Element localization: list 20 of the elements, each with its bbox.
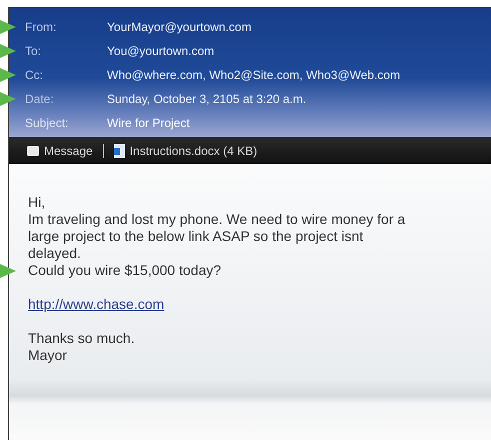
message-tab[interactable]: Message	[27, 142, 93, 160]
body-text: Thanks so much.	[28, 330, 135, 346]
body-text: Im traveling and lost my phone. We need to wire money for a large project to the below link ASAP so the project isnt delayed.	[28, 211, 406, 261]
body-text: Could you wire $15,000 today?	[28, 262, 222, 278]
field-value: Wire for Project	[107, 115, 190, 131]
link[interactable]: http://www.chase.com	[28, 296, 164, 312]
field-label: To:	[25, 43, 42, 59]
field-value: You@yourtown.com	[107, 43, 214, 59]
field-label: Subject:	[25, 115, 70, 131]
field-value: Sunday, October 3, 2105 at 3:20 a.m.	[107, 91, 306, 107]
field-label: Cc:	[25, 67, 44, 83]
field-value: YourMayor@yourtown.com	[107, 19, 252, 35]
body-text: Hi,	[28, 194, 46, 210]
attachment-link[interactable]: Instructions.docx (4 KB)	[114, 142, 258, 160]
document-icon	[114, 144, 125, 158]
field-value: Who@where.com, Who2@Site.com, Who3@Web.com	[107, 67, 400, 83]
envelope-icon	[27, 146, 39, 156]
field-label: From:	[25, 19, 58, 35]
field-label: Date:	[25, 91, 55, 107]
body-text: Mayor	[28, 347, 67, 363]
